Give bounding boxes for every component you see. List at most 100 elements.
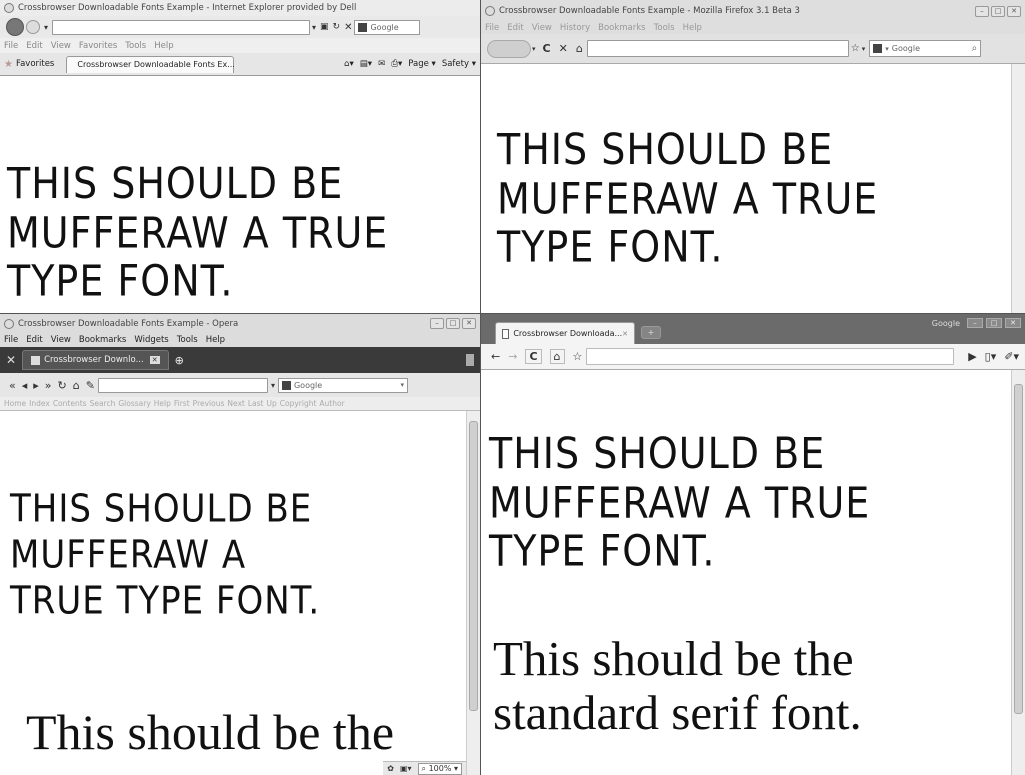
refresh-icon[interactable]: ↻ bbox=[333, 22, 341, 32]
cr-omnibox[interactable] bbox=[586, 348, 955, 365]
close-icon[interactable]: ✕ bbox=[462, 318, 476, 329]
home-icon[interactable]: ⌂▾ bbox=[344, 59, 354, 69]
op-zoom-control[interactable]: ⌕ 100% ▾ bbox=[417, 762, 462, 775]
ie-menu-favorites[interactable]: Favorites bbox=[79, 41, 117, 51]
star-icon[interactable]: ☆ bbox=[573, 350, 583, 363]
ff-menu-help[interactable]: Help bbox=[683, 23, 702, 33]
stop-icon[interactable]: ✕ bbox=[559, 42, 568, 55]
wrench-icon[interactable]: ✐▾ bbox=[1004, 350, 1019, 363]
reload-icon[interactable]: C bbox=[543, 42, 551, 55]
address-dropdown-icon[interactable]: ▾ bbox=[312, 23, 316, 32]
back-icon[interactable]: ← bbox=[491, 350, 500, 363]
home-icon[interactable]: ⌂ bbox=[549, 349, 565, 364]
page-menu-icon[interactable]: ▯▾ bbox=[985, 350, 997, 363]
op-address-bar[interactable] bbox=[97, 377, 268, 393]
ff-search-box[interactable]: ▾ Google ⌕ bbox=[869, 40, 982, 57]
op-nav-link[interactable]: Author bbox=[319, 399, 344, 408]
op-nav-link[interactable]: Last bbox=[248, 399, 264, 408]
home-icon[interactable]: ⌂ bbox=[576, 42, 583, 55]
close-icon[interactable]: ✕ bbox=[1007, 5, 1021, 17]
ie-search-box[interactable]: Google bbox=[354, 19, 421, 35]
minimize-icon[interactable]: – bbox=[975, 5, 989, 17]
op-scrollbar[interactable] bbox=[466, 411, 480, 775]
op-nav-link[interactable]: Up bbox=[266, 399, 276, 408]
minimize-icon[interactable]: – bbox=[430, 318, 444, 329]
ie-menu-view[interactable]: View bbox=[51, 41, 71, 51]
ff-address-bar[interactable] bbox=[586, 40, 849, 57]
back-forward-icon[interactable] bbox=[487, 39, 531, 58]
op-menu-bookmarks[interactable]: Bookmarks bbox=[79, 335, 127, 345]
ff-menu-edit[interactable]: Edit bbox=[507, 23, 523, 33]
ie-menu-help[interactable]: Help bbox=[154, 41, 173, 51]
ie-menu-tools[interactable]: Tools bbox=[125, 41, 146, 51]
bookmark-star-icon[interactable]: ☆ bbox=[851, 43, 860, 54]
ff-menu-tools[interactable]: Tools bbox=[654, 23, 675, 33]
ie-page-menu[interactable]: Page ▾ bbox=[408, 59, 436, 69]
back-icon[interactable] bbox=[6, 18, 24, 36]
mail-icon[interactable]: ✉ bbox=[378, 59, 385, 69]
stop-icon[interactable]: ✕ bbox=[344, 22, 352, 33]
ie-tab-active[interactable]: Crossbrowser Downloadable Fonts Ex... bbox=[66, 55, 235, 73]
address-dropdown-icon[interactable]: ▾ bbox=[271, 381, 275, 390]
new-tab-icon[interactable]: ⊕ bbox=[175, 354, 184, 367]
ff-menu-history[interactable]: History bbox=[560, 23, 590, 33]
ie-favorites-button[interactable]: Favorites bbox=[16, 59, 54, 69]
go-icon[interactable]: ▶ bbox=[968, 350, 976, 363]
op-search-box[interactable]: Google ▾ bbox=[277, 377, 408, 393]
home-icon[interactable]: ⌂ bbox=[73, 379, 80, 392]
op-nav-link[interactable]: First bbox=[174, 399, 190, 408]
view-icon[interactable]: ▣▾ bbox=[400, 764, 412, 773]
search-icon[interactable]: ⌕ bbox=[972, 43, 978, 54]
edit-icon[interactable]: ✎ bbox=[86, 379, 95, 392]
op-nav-link[interactable]: Copyright bbox=[280, 399, 317, 408]
maximize-icon[interactable]: □ bbox=[991, 5, 1005, 17]
op-nav-link[interactable]: Search bbox=[90, 399, 116, 408]
op-nav-link[interactable]: Contents bbox=[53, 399, 87, 408]
maximize-icon[interactable]: □ bbox=[986, 318, 1002, 328]
op-nav-link[interactable]: Help bbox=[154, 399, 171, 408]
minimize-icon[interactable]: – bbox=[967, 318, 983, 328]
panel-toggle-icon[interactable]: ✕ bbox=[6, 353, 16, 367]
reload-icon[interactable]: C bbox=[525, 349, 542, 364]
history-dropdown-icon[interactable]: ▾ bbox=[532, 45, 536, 53]
search-dropdown-icon[interactable]: ▾ bbox=[400, 381, 404, 389]
cr-scrollbar[interactable] bbox=[1011, 370, 1025, 775]
maximize-icon[interactable]: □ bbox=[446, 318, 460, 329]
op-menu-widgets[interactable]: Widgets bbox=[134, 335, 168, 345]
print-icon[interactable]: ⎙▾ bbox=[391, 59, 402, 69]
ie-address-bar[interactable] bbox=[52, 19, 311, 35]
ff-menu-file[interactable]: File bbox=[485, 23, 499, 33]
op-menu-help[interactable]: Help bbox=[206, 335, 225, 345]
back-icon[interactable]: ◂ bbox=[22, 379, 28, 392]
history-dropdown-icon[interactable]: ▾ bbox=[44, 23, 48, 32]
ie-safety-menu[interactable]: Safety ▾ bbox=[442, 59, 476, 69]
compat-icon[interactable]: ▣ bbox=[320, 22, 329, 32]
close-icon[interactable]: ✕ bbox=[1005, 318, 1021, 328]
op-menu-tools[interactable]: Tools bbox=[177, 335, 198, 345]
trash-icon[interactable] bbox=[466, 354, 474, 366]
reload-icon[interactable]: ↻ bbox=[58, 379, 67, 392]
tab-close-icon[interactable]: ✕ bbox=[149, 356, 160, 364]
op-nav-link[interactable]: Glossary bbox=[118, 399, 150, 408]
forward-icon[interactable]: → bbox=[508, 350, 517, 363]
op-nav-link[interactable]: Index bbox=[29, 399, 50, 408]
ff-scrollbar[interactable] bbox=[1011, 64, 1025, 313]
op-menu-edit[interactable]: Edit bbox=[26, 335, 42, 345]
scrollbar-thumb[interactable] bbox=[1014, 384, 1023, 714]
forward-icon[interactable]: ▸ bbox=[33, 379, 39, 392]
tab-close-icon[interactable]: ✕ bbox=[622, 330, 628, 338]
new-tab-icon[interactable]: + bbox=[641, 326, 661, 339]
op-nav-link[interactable]: Home bbox=[4, 399, 26, 408]
scrollbar-thumb[interactable] bbox=[469, 421, 478, 711]
op-nav-link[interactable]: Previous bbox=[193, 399, 225, 408]
op-menu-view[interactable]: View bbox=[51, 335, 71, 345]
forward-icon[interactable] bbox=[26, 20, 40, 34]
url-dropdown-icon[interactable]: ▾ bbox=[862, 45, 866, 53]
fast-forward-icon[interactable]: » bbox=[45, 379, 52, 392]
ff-menu-bookmarks[interactable]: Bookmarks bbox=[598, 23, 646, 33]
feeds-icon[interactable]: ▤▾ bbox=[360, 59, 372, 69]
ff-menu-view[interactable]: View bbox=[532, 23, 552, 33]
op-menu-file[interactable]: File bbox=[4, 335, 18, 345]
ie-menu-file[interactable]: File bbox=[4, 41, 18, 51]
rewind-icon[interactable]: « bbox=[9, 379, 16, 392]
